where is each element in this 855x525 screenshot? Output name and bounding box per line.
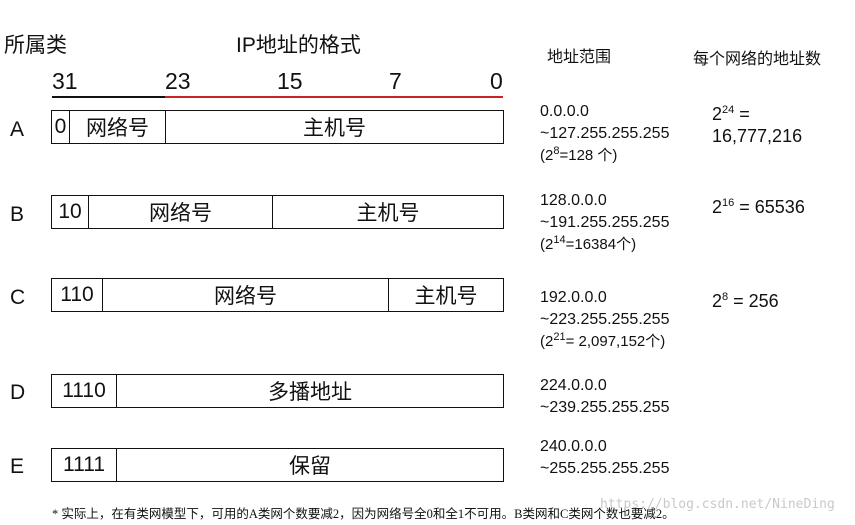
class-e-format-box: 1111 保留 [51, 448, 504, 482]
bit-label-15: 15 [277, 68, 303, 94]
format-column-header: IP地址的格式 [236, 34, 361, 57]
class-b-host-field: 主机号 [272, 196, 503, 228]
class-d-range-end: ~239.255.255.255 [540, 399, 670, 416]
class-d-format-box: 1110 多播地址 [51, 374, 504, 408]
class-e-prefix: 1111 [62, 453, 106, 476]
watermark: https://blog.csdn.net/NineDing [600, 497, 835, 512]
class-b-range-start: 128.0.0.0 [540, 192, 607, 209]
class-b-network-count-note: (214=16384个) [540, 234, 637, 254]
class-c-network-field: 网络号 [102, 279, 388, 311]
class-a-prefix: 0 [54, 115, 67, 138]
class-d-range: 224.0.0.0 ~239.255.255.255 [540, 375, 669, 419]
class-a-network-field: 网络号 [69, 111, 165, 143]
class-label-a: A [10, 118, 25, 141]
class-c-host-field: 主机号 [388, 279, 503, 311]
class-a-range: 0.0.0.0 ~127.255.255.255 (28=128 个) [540, 101, 669, 167]
class-e-reserved-field: 保留 [116, 449, 503, 481]
class-c-range-end: ~223.255.255.255 [540, 311, 670, 328]
bit-label-23: 23 [165, 68, 191, 94]
class-e-range-end: ~255.255.255.255 [540, 460, 670, 477]
class-b-format-box: 10 网络号 主机号 [51, 195, 504, 229]
bit-label-31: 31 [52, 68, 78, 94]
class-a-host-field: 主机号 [165, 111, 503, 143]
class-label-e: E [10, 455, 25, 478]
bit-scale-line-red [165, 96, 503, 98]
class-c-prefix: 110 [60, 283, 94, 306]
range-column-header: 地址范围 [547, 49, 612, 66]
class-c-format-box: 110 网络号 主机号 [51, 278, 504, 312]
class-b-range: 128.0.0.0 ~191.255.255.255 (214=16384个) [540, 190, 669, 256]
class-d-prefix: 1110 [62, 379, 106, 402]
class-c-network-count-note: (221= 2,097,152个) [540, 331, 666, 351]
class-c-range: 192.0.0.0 ~223.255.255.255 (221= 2,097,1… [540, 287, 669, 353]
class-label-d: D [10, 381, 26, 404]
class-d-multicast-field: 多播地址 [116, 375, 503, 407]
class-a-range-start: 0.0.0.0 [540, 103, 589, 120]
class-label-b: B [10, 203, 25, 226]
class-b-range-end: ~191.255.255.255 [540, 214, 670, 231]
bit-label-0: 0 [490, 68, 503, 94]
class-c-range-start: 192.0.0.0 [540, 289, 607, 306]
class-a-address-count: 224 = 16,777,216 [712, 104, 803, 146]
class-e-range: 240.0.0.0 ~255.255.255.255 [540, 436, 669, 480]
class-d-range-start: 224.0.0.0 [540, 377, 607, 394]
class-column-header: 所属类 [4, 34, 67, 57]
footnote: * 实际上，在有类网模型下，可用的A类网个数要减2，因为网络号全0和全1不可用。… [52, 507, 675, 521]
class-c-address-count: 28 = 256 [712, 291, 779, 311]
class-a-range-end: ~127.255.255.255 [540, 125, 670, 142]
class-label-c: C [10, 286, 26, 309]
bit-label-7: 7 [389, 68, 402, 94]
class-a-format-box: 0 网络号 主机号 [51, 110, 504, 144]
class-a-network-count-note: (28=128 个) [540, 145, 618, 165]
class-b-network-field: 网络号 [88, 196, 272, 228]
class-b-prefix: 10 [58, 200, 82, 223]
class-e-range-start: 240.0.0.0 [540, 438, 607, 455]
class-b-address-count: 216 = 65536 [712, 197, 805, 217]
bit-scale-line-black [52, 96, 165, 98]
count-column-header: 每个网络的地址数 [693, 51, 822, 68]
